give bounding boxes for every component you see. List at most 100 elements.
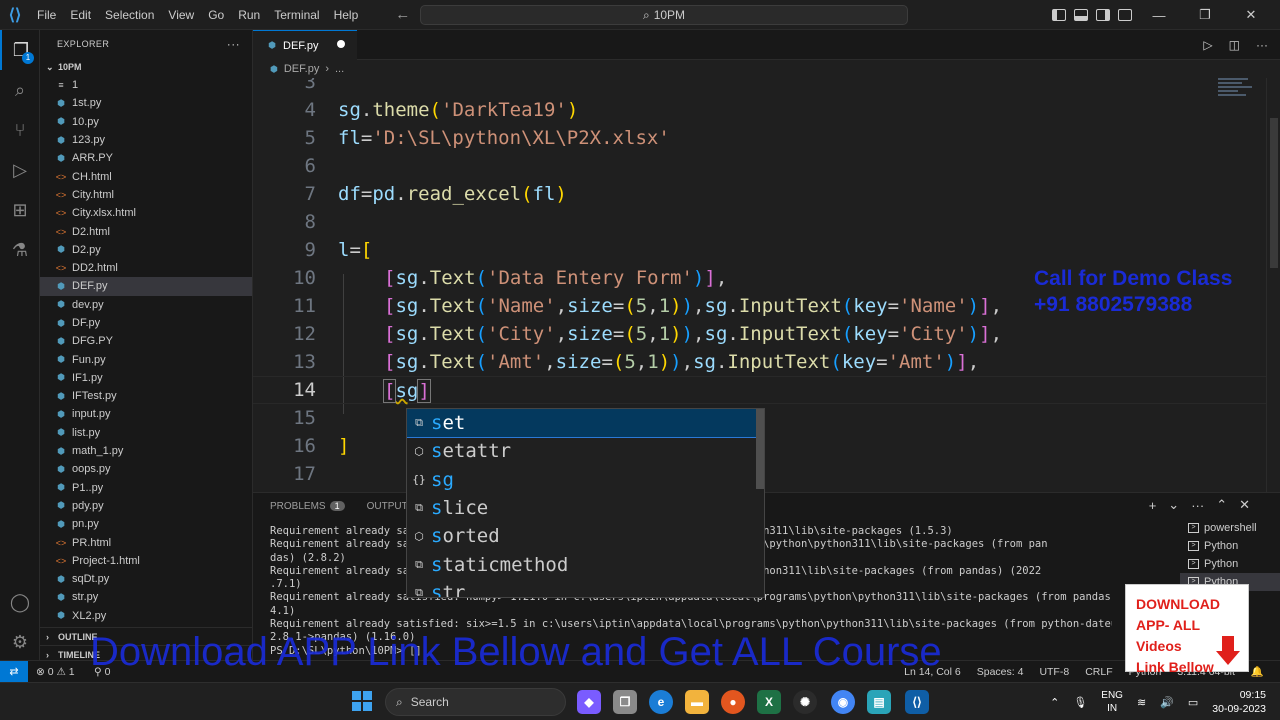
chrome-icon[interactable]: ◉ bbox=[831, 690, 855, 714]
suggestion-item[interactable]: ⬡ s etattr bbox=[407, 437, 764, 465]
file-item[interactable]: ⬢ sqDt.py bbox=[40, 570, 252, 588]
run-python-icon[interactable]: ▷ bbox=[1203, 38, 1212, 52]
back-arrow-icon[interactable]: ← bbox=[395, 6, 410, 23]
file-item[interactable]: ⬢ Fun.py bbox=[40, 350, 252, 368]
line-ending[interactable]: CRLF bbox=[1085, 661, 1112, 683]
new-terminal-plus-icon[interactable]: + bbox=[1149, 498, 1157, 513]
file-item[interactable]: <> CH.html bbox=[40, 167, 252, 185]
unsaved-dot-icon[interactable] bbox=[337, 40, 345, 48]
task-view-icon[interactable]: ❐ bbox=[613, 690, 637, 714]
menu-file[interactable]: File bbox=[30, 0, 63, 30]
close-button[interactable]: ✕ bbox=[1232, 7, 1270, 23]
suggestion-item[interactable]: ⬡ s orted bbox=[407, 522, 764, 550]
terminal-instance[interactable]: > Python bbox=[1180, 555, 1280, 573]
file-item[interactable]: ⬢ oops.py bbox=[40, 460, 252, 478]
chevron-down-icon[interactable]: ⌄ bbox=[1168, 497, 1179, 513]
command-center[interactable]: ⌕ 10PM bbox=[420, 5, 908, 25]
file-item[interactable]: ⬢ pdy.py bbox=[40, 497, 252, 515]
file-item[interactable]: <> City.html bbox=[40, 186, 252, 204]
file-item[interactable]: ⬢ dev.py bbox=[40, 296, 252, 314]
file-item[interactable]: ⬢ 1st.py bbox=[40, 94, 252, 112]
run-debug-icon[interactable]: ▷ bbox=[0, 150, 40, 190]
toggle-secondary-sidebar-icon[interactable] bbox=[1096, 9, 1110, 21]
tab-def-py[interactable]: ⬢ DEF.py bbox=[253, 30, 357, 60]
more-actions-icon[interactable]: ··· bbox=[1191, 498, 1204, 513]
breadcrumb-more[interactable]: ... bbox=[335, 63, 344, 75]
menu-help[interactable]: Help bbox=[327, 0, 366, 30]
notepad-icon[interactable]: ▤ bbox=[867, 690, 891, 714]
suggestion-item[interactable]: ⧉ s taticmethod bbox=[407, 550, 764, 578]
file-item[interactable]: ⬢ DFG.PY bbox=[40, 332, 252, 350]
file-item[interactable]: ⬢ XL2.py bbox=[40, 607, 252, 625]
file-item[interactable]: ⬢ DEF.py bbox=[40, 277, 252, 296]
source-control-icon[interactable]: ⑂ bbox=[0, 110, 40, 150]
tab-problems[interactable]: PROBLEMS 1 bbox=[270, 500, 345, 512]
file-item[interactable]: ≡ 1 bbox=[40, 76, 252, 94]
file-item[interactable]: ⬢ D2.py bbox=[40, 241, 252, 259]
remote-indicator-icon[interactable]: ⇄ bbox=[0, 661, 28, 683]
input-language[interactable]: ENG IN bbox=[1101, 689, 1123, 715]
manage-gear-icon[interactable]: ⚙ bbox=[0, 622, 40, 662]
problems-status[interactable]: ⊗ 0 ⚠ 1 bbox=[36, 661, 75, 683]
menu-run[interactable]: Run bbox=[231, 0, 267, 30]
firefox-icon[interactable]: ● bbox=[721, 690, 745, 714]
minimap[interactable] bbox=[1218, 78, 1254, 138]
file-item[interactable]: ⬢ DF.py bbox=[40, 314, 252, 332]
windows-start-icon[interactable] bbox=[352, 691, 372, 711]
more-actions-icon[interactable]: ··· bbox=[227, 37, 240, 51]
testing-icon[interactable]: ⚗ bbox=[0, 230, 40, 270]
file-item[interactable]: <> D2.html bbox=[40, 222, 252, 240]
accounts-icon[interactable]: ◯ bbox=[0, 582, 40, 622]
file-item[interactable]: ⬢ IF1.py bbox=[40, 369, 252, 387]
more-actions-icon[interactable]: ··· bbox=[1256, 38, 1268, 52]
file-item[interactable]: ⬢ IFTest.py bbox=[40, 387, 252, 405]
menu-edit[interactable]: Edit bbox=[63, 0, 98, 30]
file-item[interactable]: ⬢ 123.py bbox=[40, 131, 252, 149]
microphone-icon[interactable]: 🎙 bbox=[1073, 696, 1087, 709]
scrollbar-thumb[interactable] bbox=[1270, 118, 1278, 268]
file-explorer-icon[interactable]: ▬ bbox=[685, 690, 709, 714]
file-item[interactable]: ⬢ math_1.py bbox=[40, 442, 252, 460]
indentation[interactable]: Spaces: 4 bbox=[977, 661, 1024, 683]
volume-icon[interactable]: 🔊 bbox=[1160, 696, 1174, 709]
extensions-icon[interactable]: ⊞ bbox=[0, 190, 40, 230]
taskbar-search[interactable]: ⌕ Search bbox=[385, 688, 566, 716]
file-item[interactable]: <> City.xlsx.html bbox=[40, 204, 252, 222]
restore-button[interactable]: ❐ bbox=[1186, 7, 1224, 23]
suggestion-item[interactable]: {} sg bbox=[407, 466, 764, 494]
file-item[interactable]: ⬢ input.py bbox=[40, 405, 252, 423]
file-item[interactable]: ⬢ 10.py bbox=[40, 113, 252, 131]
file-item[interactable]: <> PR.html bbox=[40, 533, 252, 551]
suggestion-item[interactable]: ⧉ s lice bbox=[407, 494, 764, 522]
chatgpt-icon[interactable]: ✺ bbox=[793, 690, 817, 714]
notifications-bell-icon[interactable]: 🔔 bbox=[1251, 661, 1264, 683]
suggestion-item[interactable]: ⧉ s tr bbox=[407, 579, 764, 597]
close-panel-icon[interactable]: ✕ bbox=[1239, 497, 1250, 513]
suggestion-item[interactable]: ⧉ s et bbox=[407, 409, 764, 439]
vscode-taskbar-icon[interactable]: ⟨⟩ bbox=[905, 690, 929, 714]
file-item[interactable]: ⬢ pn.py bbox=[40, 515, 252, 533]
maximize-panel-icon[interactable]: ⌃ bbox=[1216, 497, 1227, 513]
menu-go[interactable]: Go bbox=[201, 0, 231, 30]
file-item[interactable]: <> DD2.html bbox=[40, 259, 252, 277]
terminal-instance[interactable]: > Python bbox=[1180, 537, 1280, 555]
file-item[interactable]: ⬢ ARR.PY bbox=[40, 149, 252, 167]
minimize-button[interactable]: — bbox=[1140, 8, 1178, 23]
terminal-instance[interactable]: > powershell bbox=[1180, 519, 1280, 537]
toggle-sidebar-icon[interactable] bbox=[1052, 9, 1066, 21]
encoding[interactable]: UTF-8 bbox=[1039, 661, 1069, 683]
menu-view[interactable]: View bbox=[161, 0, 201, 30]
menu-terminal[interactable]: Terminal bbox=[267, 0, 326, 30]
copilot-app-icon[interactable]: ◆ bbox=[577, 690, 601, 714]
clock[interactable]: 09:15 30-09-2023 bbox=[1212, 688, 1266, 716]
search-icon[interactable]: ⌕ bbox=[0, 70, 40, 110]
folder-10pm[interactable]: ⌄ 10PM bbox=[40, 58, 252, 76]
file-item[interactable]: ⬢ list.py bbox=[40, 424, 252, 442]
breadcrumb-file[interactable]: DEF.py bbox=[284, 63, 319, 75]
edge-browser-icon[interactable]: e bbox=[649, 690, 673, 714]
split-editor-icon[interactable]: ◫ bbox=[1229, 38, 1240, 52]
explorer-icon[interactable]: ❐ 1 bbox=[0, 30, 40, 70]
file-item[interactable]: ⬢ P1..py bbox=[40, 479, 252, 497]
toggle-panel-icon[interactable] bbox=[1074, 9, 1088, 21]
wifi-icon[interactable]: ≋ bbox=[1137, 696, 1146, 709]
